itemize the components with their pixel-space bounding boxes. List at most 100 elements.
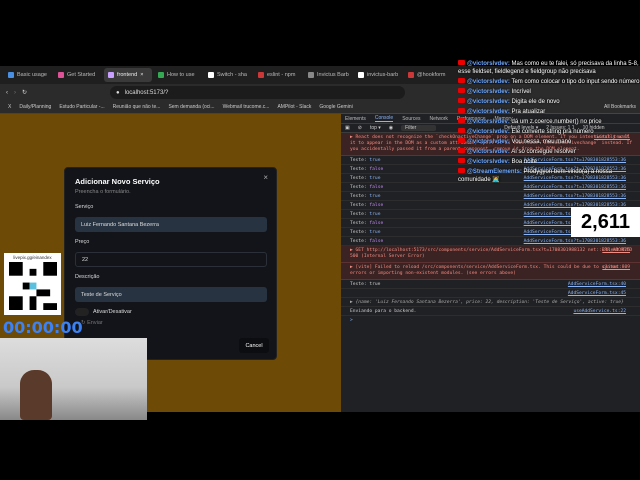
log-key: Teste:: [350, 212, 367, 217]
qr-url: livepix.gg/einandex: [13, 255, 52, 260]
close-tab-icon[interactable]: ×: [140, 72, 143, 78]
browser-tab[interactable]: invictus-barb: [354, 68, 402, 82]
chat-username: @victorslvdev:: [467, 109, 510, 115]
dialog-title: Adicionar Novo Serviço: [75, 177, 160, 186]
error-source-link[interactable]: client:809: [602, 265, 630, 271]
context-select[interactable]: top ▾: [370, 125, 381, 131]
chat-message: @StreamElements: Prodygyon bem-vindo(a) …: [458, 168, 640, 184]
log-text: Teste: true: [350, 282, 381, 287]
qr-code-icon: [8, 262, 57, 310]
log-key: Teste:: [350, 176, 367, 181]
tab-favicon-icon: [408, 72, 414, 78]
chat-message: @victorslvdev: Mas como eu te falei, só …: [458, 60, 640, 76]
youtube-icon: [458, 118, 465, 123]
console-log: Teste: true AddServiceForm.tsx:40: [341, 280, 640, 289]
log-key: Teste:: [350, 185, 367, 190]
bookmark-item[interactable]: Reunião que não te...: [113, 104, 161, 110]
devtools-tab[interactable]: Console: [374, 115, 394, 122]
chat-message: @victorslvdev: dá um z.coerce.number() n…: [458, 118, 640, 126]
log-key: Teste:: [350, 230, 367, 235]
log-source-link[interactable]: AddServiceForm.tsx?t=1708301828553:36: [524, 192, 626, 200]
chat-username: @victorslvdev:: [467, 99, 510, 105]
tab-label: Switch - sha: [217, 72, 247, 78]
bookmark-item[interactable]: Daily/Planning: [19, 104, 51, 110]
chat-text: Tem como colocar o tipo do input sendo n…: [511, 79, 640, 85]
log-key: Teste:: [350, 158, 367, 163]
log-key: Teste:: [350, 167, 367, 172]
youtube-icon: [458, 168, 465, 173]
youtube-icon: [458, 158, 465, 163]
console-object[interactable]: ▶ {name: 'Luiz Fernando Santana Bezerra'…: [341, 298, 640, 307]
eye-icon[interactable]: ◉: [389, 125, 393, 131]
chat-text: Ele converte string pra número: [511, 129, 594, 135]
browser-tab[interactable]: How to use: [154, 68, 202, 82]
bookmark-item[interactable]: X: [8, 104, 11, 110]
bookmark-item[interactable]: Sem demanda (oci...: [168, 104, 214, 110]
log-value: true: [369, 230, 381, 235]
log-value: false: [369, 221, 384, 226]
close-icon[interactable]: ×: [263, 173, 268, 182]
chat-message: @victorslvdev: Pra atualizar: [458, 108, 640, 116]
log-source-link[interactable]: AddServiceForm.tsx:45: [568, 289, 626, 297]
chat-username: @victorslvdev:: [467, 61, 510, 67]
devtools-tab[interactable]: Elements: [345, 116, 366, 122]
forward-icon[interactable]: ›: [14, 90, 16, 96]
site-info-icon[interactable]: ●: [116, 90, 120, 96]
clear-console-icon[interactable]: ⊘: [358, 125, 362, 131]
chat-text: Boa noite: [511, 159, 537, 165]
back-icon[interactable]: ‹: [6, 90, 8, 96]
description-input[interactable]: Teste de Serviço: [75, 287, 267, 302]
console-log: Teste: true AddServiceForm.tsx?t=17083018…: [341, 192, 640, 201]
tab-favicon-icon: [158, 72, 164, 78]
log-value: true: [369, 194, 381, 199]
bookmark-item[interactable]: Estudo Particular -...: [59, 104, 104, 110]
dialog-subtitle: Preencha o formulário.: [75, 189, 131, 195]
error-source-link[interactable]: client:825: [602, 248, 630, 254]
bookmark-item[interactable]: Webmail trucome.c...: [223, 104, 270, 110]
log-source-link[interactable]: AddServiceForm.tsx:40: [568, 280, 626, 288]
tab-favicon-icon: [58, 72, 64, 78]
log-value: false: [369, 239, 384, 244]
stream-chat-overlay: @victorslvdev: Mas como eu te falei, só …: [458, 60, 640, 186]
log-source-link[interactable]: AddServiceForm.tsx?t=1708301828553:36: [524, 237, 626, 245]
chat-message: @victorslvdev: Vou nessa, meu mano: [458, 138, 640, 146]
bookmark-item[interactable]: Google Gemini: [319, 104, 352, 110]
youtube-icon: [458, 148, 465, 153]
console-log: Teste: false AddServiceForm.tsx?t=1708301…: [341, 237, 640, 246]
filter-input[interactable]: Filter: [401, 125, 437, 131]
tab-favicon-icon: [208, 72, 214, 78]
bookmark-item[interactable]: AMPilot - Slack: [277, 104, 311, 110]
reload-icon[interactable]: ↻: [22, 89, 27, 96]
youtube-icon: [458, 88, 465, 93]
log-value: true: [369, 176, 381, 181]
submit-button[interactable]: ↻ Enviar: [81, 320, 103, 326]
browser-tab[interactable]: frontend ×: [104, 68, 152, 82]
browser-tab[interactable]: @hookform: [404, 68, 452, 82]
chat-username: @victorslvdev:: [467, 159, 510, 165]
browser-tab[interactable]: eslint - npm: [254, 68, 302, 82]
url-text: localhost:5173/?: [124, 89, 169, 96]
devtools-tab[interactable]: Sources: [402, 116, 420, 122]
webcam-feed: [0, 338, 147, 420]
browser-tab[interactable]: Get Started: [54, 68, 102, 82]
youtube-icon: [458, 60, 465, 65]
browser-tab[interactable]: Invictus Barb: [304, 68, 352, 82]
cancel-button[interactable]: Cancel: [239, 338, 269, 353]
url-input[interactable]: ● localhost:5173/?: [110, 86, 405, 99]
log-value: false: [369, 185, 384, 190]
chat-text: Pra atualizar: [511, 109, 546, 115]
service-input[interactable]: Luiz Fernando Santana Bezerra: [75, 217, 267, 232]
log-key: Teste:: [350, 239, 367, 244]
tab-favicon-icon: [258, 72, 264, 78]
browser-tab[interactable]: Switch - sha: [204, 68, 252, 82]
log-source-link[interactable]: useAddService.ts:22: [573, 307, 626, 315]
browser-tab[interactable]: Basic usage: [4, 68, 52, 82]
price-input[interactable]: 22: [75, 252, 267, 267]
chat-text: dá um z.coerce.number() no price: [511, 119, 602, 125]
chat-text: Digita ele de novo: [511, 99, 560, 105]
devtools-tab[interactable]: Network: [430, 116, 448, 122]
sidebar-toggle-icon[interactable]: ▣: [345, 125, 350, 131]
youtube-icon: [458, 108, 465, 113]
console-prompt[interactable]: >: [341, 316, 640, 325]
active-toggle[interactable]: [75, 308, 89, 316]
